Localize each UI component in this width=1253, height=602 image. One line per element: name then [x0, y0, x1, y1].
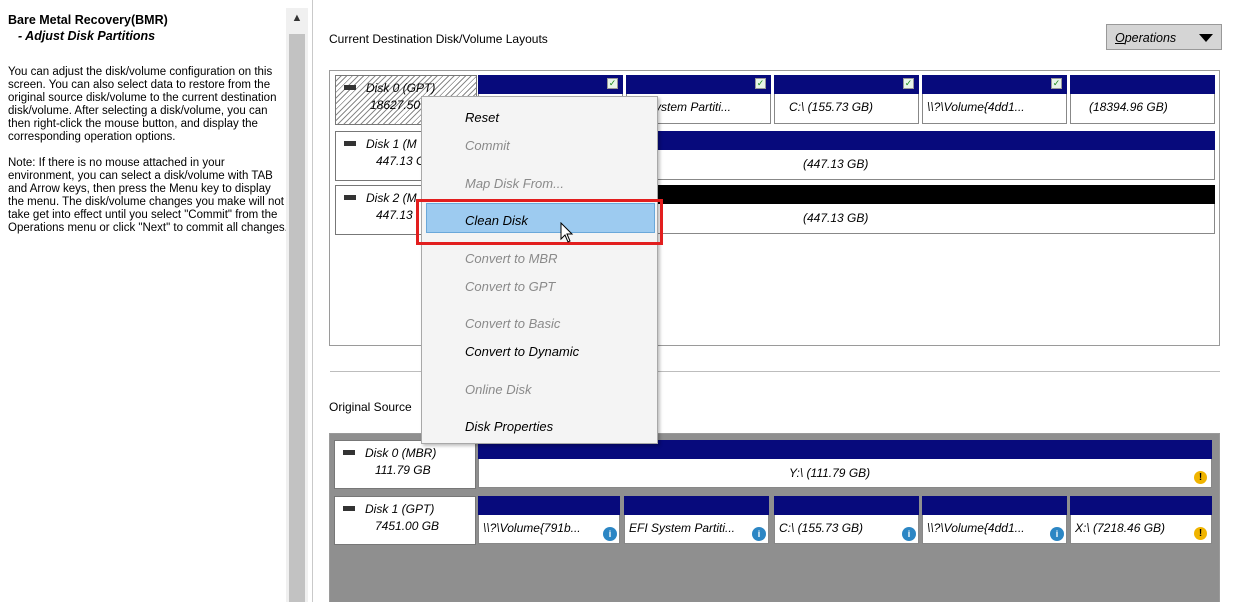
partition-label: EFI System Partiti... [629, 521, 736, 535]
volume-label: Y:\ (111.79 GB) [789, 466, 871, 480]
operations-label: perations [1124, 31, 1177, 45]
checkbox-icon[interactable]: ✓ [903, 78, 914, 89]
panel-title: Bare Metal Recovery(BMR) [8, 13, 168, 27]
src-partition[interactable]: EFI System Partiti... i [624, 496, 769, 544]
dest-partition[interactable]: ✓ C:\ (155.73 GB) [774, 75, 919, 124]
menu-item-disk-properties[interactable]: Disk Properties [465, 419, 553, 434]
disk-size: 447.13 [376, 208, 413, 222]
disk-size: 447.13 G [376, 154, 426, 168]
help-paragraph: Note: If there is no mouse attached in y… [8, 157, 288, 234]
disk-name: Disk 0 (GPT) [366, 81, 436, 95]
panel-subtitle: - Adjust Disk Partitions [18, 29, 156, 43]
menu-item-convert-to-dynamic[interactable]: Convert to Dynamic [465, 344, 579, 359]
menu-item-convert-to-gpt[interactable]: Convert to GPT [465, 279, 555, 294]
src-partition[interactable]: C:\ (155.73 GB) i [774, 496, 919, 544]
partition-label: C:\ (155.73 GB) [789, 100, 874, 114]
disk-icon [344, 195, 356, 200]
checkbox-icon[interactable]: ✓ [607, 78, 618, 89]
highlight-outline [416, 199, 663, 245]
help-paragraph: You can adjust the disk/volume configura… [8, 66, 277, 143]
scroll-up-icon[interactable]: ▲ [286, 12, 308, 24]
disk-icon [344, 85, 356, 90]
partition-label: \\?\Volume{791b... [483, 521, 581, 535]
source-header: Original Source [329, 400, 412, 414]
help-panel: Bare Metal Recovery(BMR) - Adjust Disk P… [0, 0, 313, 602]
disk-size: 18627.50 [370, 98, 421, 112]
partition-label: ystem Partiti... [655, 100, 732, 114]
disk-icon [343, 450, 355, 455]
src-partition[interactable]: X:\ (7218.46 GB) ! [1070, 496, 1212, 544]
dest-partition[interactable]: ✓ \\?\Volume{4dd1... [922, 75, 1067, 124]
menu-item-reset[interactable]: Reset [465, 110, 499, 125]
info-icon: i [752, 527, 766, 541]
partition-label: X:\ (7218.46 GB) [1075, 521, 1166, 535]
src-partition[interactable]: \\?\Volume{791b... i [478, 496, 620, 544]
disk-icon [344, 141, 356, 146]
partition-label: \\?\Volume{4dd1... [927, 521, 1025, 535]
dest-partition[interactable]: (18394.96 GB) [1070, 75, 1215, 124]
disk-size: 7451.00 GB [375, 519, 440, 533]
src-partition[interactable]: \\?\Volume{4dd1... i [922, 496, 1067, 544]
info-icon: i [902, 527, 916, 541]
operations-button[interactable]: Operations [1106, 24, 1222, 50]
chevron-down-icon [1199, 34, 1213, 42]
menu-item-convert-to-basic[interactable]: Convert to Basic [465, 316, 560, 331]
mouse-pointer-icon [560, 222, 574, 243]
disk-icon [343, 506, 355, 511]
src-volume[interactable]: Y:\ (111.79 GB) ! [478, 440, 1212, 488]
checkbox-icon[interactable]: ✓ [755, 78, 766, 89]
context-menu: Reset Commit Map Disk From... Clean Disk… [421, 96, 658, 444]
checkbox-icon[interactable]: ✓ [1051, 78, 1062, 89]
menu-item-commit[interactable]: Commit [465, 138, 510, 153]
info-icon: i [1050, 527, 1064, 541]
partition-label: \\?\Volume{4dd1... [927, 100, 1025, 114]
disk-name: Disk 2 (M [366, 191, 417, 205]
warning-icon: ! [1194, 471, 1207, 484]
volume-label: (447.13 GB) [803, 157, 869, 171]
menu-item-convert-to-mbr[interactable]: Convert to MBR [465, 251, 557, 266]
src-disk-0[interactable]: Disk 0 (MBR) 111.79 GB [334, 440, 476, 489]
help-scrollbar[interactable]: ▲ [286, 8, 308, 602]
partition-label: (18394.96 GB) [1089, 100, 1168, 114]
disk-size: 111.79 GB [375, 463, 431, 477]
source-layout-area: Disk 0 (MBR) 111.79 GB Y:\ (111.79 GB) !… [329, 433, 1220, 602]
partition-label: C:\ (155.73 GB) [779, 521, 864, 535]
disk-name: Disk 0 (MBR) [365, 446, 437, 460]
volume-label: (447.13 GB) [803, 211, 869, 225]
src-disk-1[interactable]: Disk 1 (GPT) 7451.00 GB [334, 496, 476, 545]
menu-item-online-disk[interactable]: Online Disk [465, 382, 531, 397]
info-icon: i [603, 527, 617, 541]
warning-icon: ! [1194, 527, 1207, 540]
menu-item-map-disk-from[interactable]: Map Disk From... [465, 176, 564, 191]
destination-header: Current Destination Disk/Volume Layouts [329, 32, 548, 46]
help-text: You can adjust the disk/volume configura… [8, 66, 288, 248]
disk-name: Disk 1 (GPT) [365, 502, 435, 516]
operations-accel: O [1115, 31, 1125, 45]
disk-name: Disk 1 (M [366, 137, 417, 151]
scrollbar-thumb[interactable] [289, 34, 305, 602]
